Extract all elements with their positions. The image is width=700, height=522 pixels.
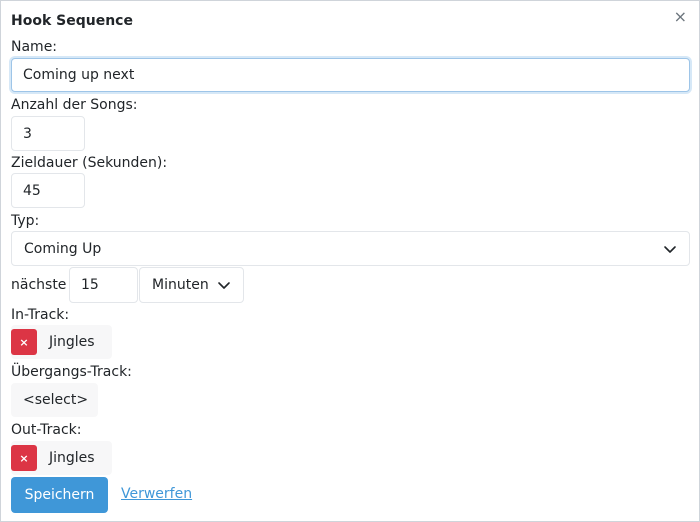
dialog-title: Hook Sequence xyxy=(11,13,133,29)
unit-select-value: Minuten xyxy=(152,277,209,293)
in-track-chip: × Jingles xyxy=(11,325,112,359)
unit-select[interactable]: Minuten xyxy=(139,267,244,303)
remove-icon[interactable]: × xyxy=(11,445,37,471)
chevron-down-icon xyxy=(218,282,230,289)
out-track-label: Out-Track: xyxy=(11,422,82,438)
transition-track-value: <select> xyxy=(23,392,89,408)
transition-track-label: Übergangs-Track: xyxy=(11,364,132,380)
in-track-label: In-Track: xyxy=(11,307,70,323)
type-label: Typ: xyxy=(11,213,40,229)
out-track-value[interactable]: Jingles xyxy=(37,450,107,466)
name-input-value: Coming up next xyxy=(23,67,135,83)
duration-value: 45 xyxy=(23,182,41,199)
out-track-chip: × Jingles xyxy=(11,441,112,475)
duration-label: Zieldauer (Sekunden): xyxy=(11,155,168,171)
name-label: Name: xyxy=(11,39,58,55)
discard-link[interactable]: Verwerfen xyxy=(121,486,192,502)
song-count-input[interactable]: 3 xyxy=(11,116,85,151)
next-amount-value: 15 xyxy=(81,277,99,293)
type-select[interactable]: Coming Up xyxy=(11,231,690,266)
name-input[interactable]: Coming up next xyxy=(11,58,690,92)
hook-sequence-dialog: Hook Sequence × Name: Coming up next Anz… xyxy=(0,0,700,522)
duration-input[interactable]: 45 xyxy=(11,173,85,208)
next-amount-input[interactable]: 15 xyxy=(69,267,138,303)
save-button[interactable]: Speichern xyxy=(11,477,108,513)
transition-track-select[interactable]: <select> xyxy=(11,383,98,417)
remove-icon[interactable]: × xyxy=(11,329,37,355)
chevron-down-icon xyxy=(664,245,676,253)
song-count-label: Anzahl der Songs: xyxy=(11,97,138,113)
close-icon[interactable]: × xyxy=(674,9,687,25)
song-count-value: 3 xyxy=(23,125,32,142)
next-label: nächste xyxy=(11,277,67,293)
type-select-value: Coming Up xyxy=(24,240,102,257)
in-track-value[interactable]: Jingles xyxy=(37,334,107,350)
